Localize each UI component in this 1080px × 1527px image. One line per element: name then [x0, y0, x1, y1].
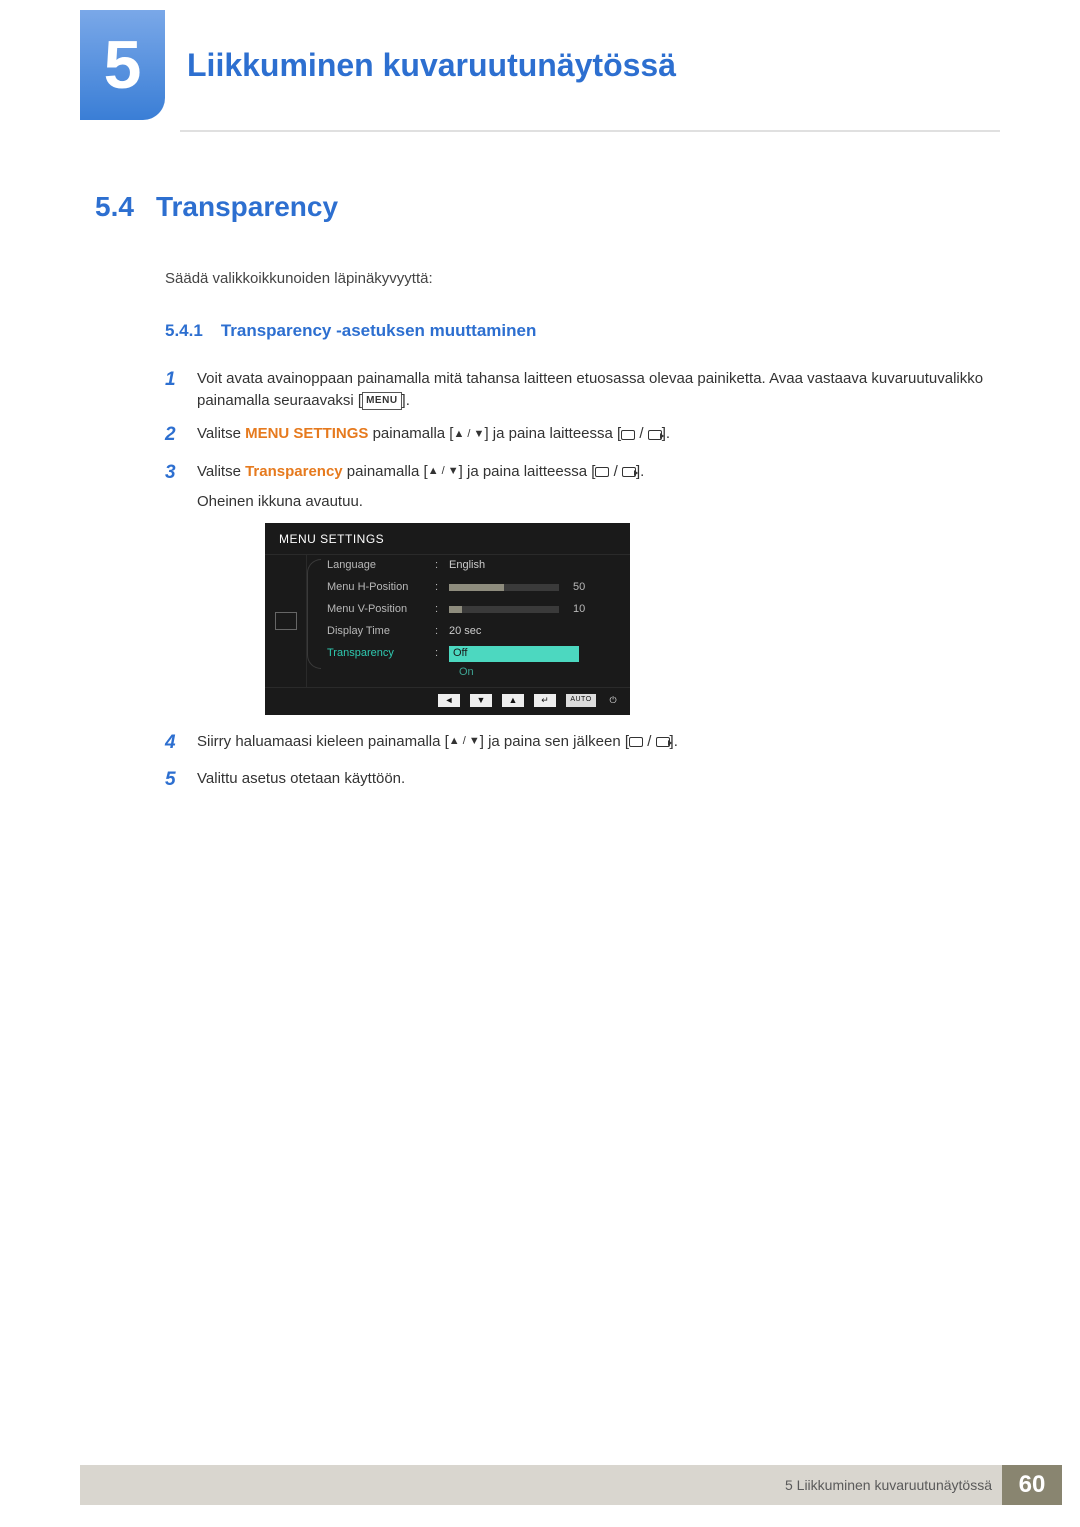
page-number: 60 — [1002, 1465, 1062, 1505]
step-number: 1 — [165, 366, 185, 412]
step-text: Valitse Transparency painamalla [▲ / ▼] … — [197, 459, 985, 513]
subsection-title: Transparency -asetuksen muuttaminen — [221, 319, 537, 344]
section-heading: 5.4 Transparency — [95, 187, 985, 228]
section-intro: Säädä valikkoikkunoiden läpinäkyvyyttä: — [165, 268, 985, 290]
up-icon: ▲ — [502, 694, 524, 707]
step-number: 3 — [165, 459, 185, 513]
source-icon — [629, 737, 643, 747]
step-1: 1 Voit avata avainoppaan painamalla mitä… — [165, 366, 985, 412]
osd-row-transparency: Transparency:Off — [307, 643, 630, 665]
section-number: 5.4 — [95, 187, 134, 228]
page-header: 5 Liikkuminen kuvaruutunäytössä — [0, 0, 1080, 120]
osd-row-language: Language:English — [307, 555, 630, 577]
up-down-icon: ▲ / ▼ — [428, 464, 459, 480]
source-icon — [595, 467, 609, 477]
step-number: 4 — [165, 729, 185, 757]
enter-icon — [648, 430, 662, 440]
osd-option-on: On — [307, 665, 630, 687]
step-5: 5 Valittu asetus otetaan käyttöön. — [165, 766, 985, 794]
step-text: Siirry haluamaasi kieleen painamalla [▲ … — [197, 729, 985, 757]
osd-row-hposition: Menu H-Position:50 — [307, 577, 630, 599]
slider-bar — [449, 606, 559, 613]
down-icon: ▼ — [470, 694, 492, 707]
auto-button: AUTO — [566, 694, 596, 707]
steps-list: 1 Voit avata avainoppaan painamalla mitä… — [165, 366, 985, 794]
osd-selected-value: Off — [449, 646, 579, 662]
step-number: 5 — [165, 766, 185, 794]
step-4: 4 Siirry haluamaasi kieleen painamalla [… — [165, 729, 985, 757]
step-number: 2 — [165, 421, 185, 449]
enter-icon — [656, 737, 670, 747]
content: 5.4 Transparency Säädä valikkoikkunoiden… — [0, 132, 1080, 794]
osd-row-vposition: Menu V-Position:10 — [307, 599, 630, 621]
osd-panel: MENU SETTINGS Language:English Menu H-Po… — [265, 523, 630, 715]
up-down-icon: ▲ / ▼ — [453, 427, 484, 443]
subsection-number: 5.4.1 — [165, 319, 203, 344]
osd-side-icon-column — [265, 555, 307, 687]
footer-text: 5 Liikkuminen kuvaruutunäytössä — [785, 1477, 992, 1493]
transparency-label: Transparency — [245, 463, 343, 480]
osd-footer-buttons: ◄ ▼ ▲ ↵ AUTO ⏻ — [265, 687, 630, 711]
step-text: Valitse MENU SETTINGS painamalla [▲ / ▼]… — [197, 421, 985, 449]
subsection-heading: 5.4.1 Transparency -asetuksen muuttamine… — [165, 319, 985, 344]
osd-arc-decoration — [307, 559, 321, 669]
section-title: Transparency — [156, 187, 338, 228]
step-text: Voit avata avainoppaan painamalla mitä t… — [197, 366, 985, 412]
chapter-badge: 5 — [80, 10, 165, 120]
osd-row-displaytime: Display Time:20 sec — [307, 621, 630, 643]
up-down-icon: ▲ / ▼ — [449, 734, 480, 750]
left-icon: ◄ — [438, 694, 460, 707]
menu-icon: MENU — [362, 392, 401, 411]
slider-bar — [449, 584, 559, 591]
osd-category-icon — [275, 612, 297, 630]
step-text: Valittu asetus otetaan käyttöön. — [197, 766, 985, 794]
power-icon: ⏻ — [606, 694, 620, 707]
step-3: 3 Valitse Transparency painamalla [▲ / ▼… — [165, 459, 985, 513]
osd-title: MENU SETTINGS — [265, 523, 630, 555]
step-2: 2 Valitse MENU SETTINGS painamalla [▲ / … — [165, 421, 985, 449]
enter-icon: ↵ — [534, 694, 556, 707]
menu-settings-label: MENU SETTINGS — [245, 425, 368, 442]
enter-icon — [622, 467, 636, 477]
page-footer: 5 Liikkuminen kuvaruutunäytössä 60 — [80, 1465, 1062, 1505]
chapter-title: Liikkuminen kuvaruutunäytössä — [187, 47, 676, 84]
step-subtext: Oheinen ikkuna avautuu. — [197, 491, 985, 513]
source-icon — [621, 430, 635, 440]
osd-screenshot: MENU SETTINGS Language:English Menu H-Po… — [265, 523, 985, 715]
